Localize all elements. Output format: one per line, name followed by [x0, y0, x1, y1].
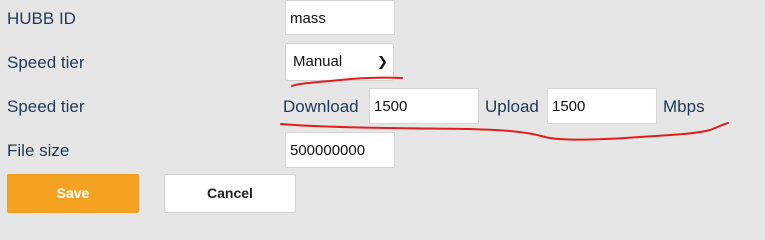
chevron-down-icon: ❯: [377, 54, 388, 69]
download-input[interactable]: 1500: [369, 88, 479, 124]
file-size-input[interactable]: 500000000: [285, 132, 395, 168]
save-button[interactable]: Save: [7, 174, 139, 213]
speed-tier-select[interactable]: Manual ❯: [285, 43, 394, 81]
speed-tier-label: Speed tier: [7, 53, 85, 72]
upload-input[interactable]: 1500: [547, 88, 657, 124]
hubb-id-label: HUBB ID: [7, 9, 76, 28]
hubb-id-input[interactable]: mass: [285, 0, 395, 35]
file-size-label: File size: [7, 141, 70, 160]
speed-unit-label: Mbps: [663, 97, 705, 116]
upload-label: Upload: [485, 97, 539, 116]
speed-tier-selected-value: Manual: [293, 53, 343, 70]
speed-tier-manual-label: Speed tier: [7, 97, 85, 116]
download-label: Download: [283, 97, 359, 116]
cancel-button[interactable]: Cancel: [164, 174, 296, 213]
